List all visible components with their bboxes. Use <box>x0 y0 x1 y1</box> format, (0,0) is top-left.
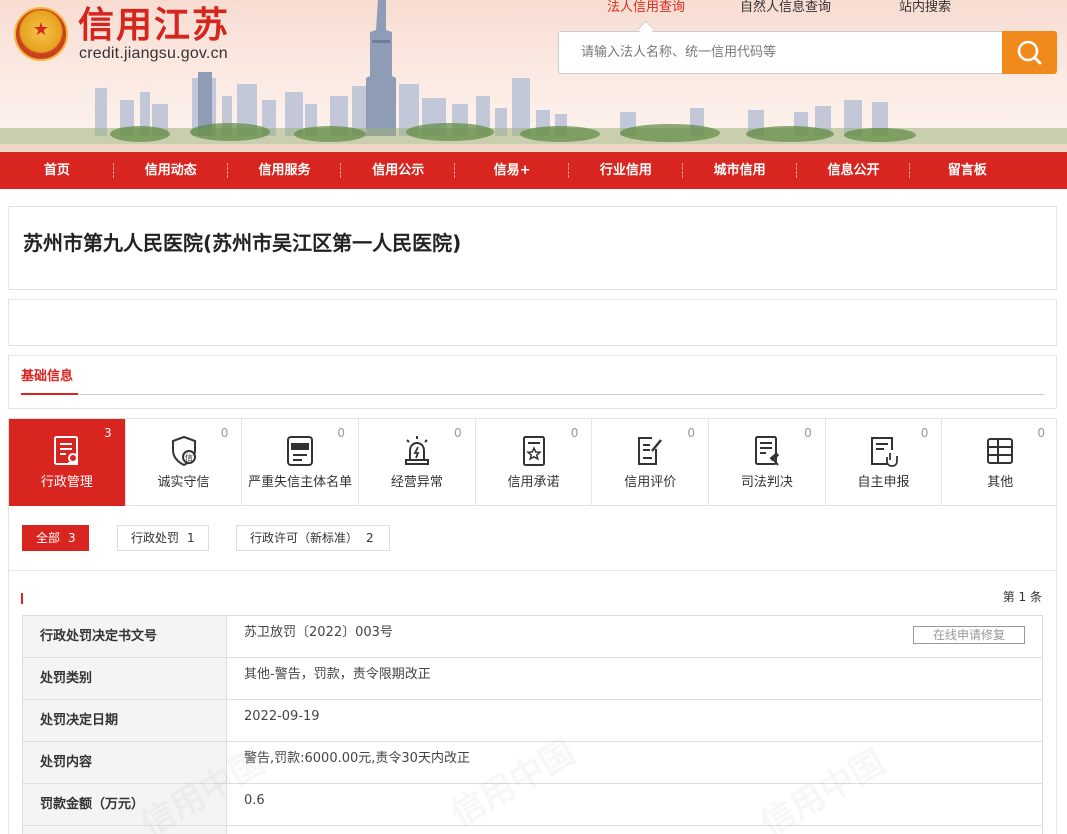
document-gavel-icon <box>754 436 779 466</box>
nav-xinyi-plus[interactable]: 信易+ <box>455 152 569 189</box>
tab-active-underline <box>21 393 78 395</box>
main-nav: 首页 信用动态 信用服务 信用公示 信易+ 行业信用 城市信用 信息公开 留言板 <box>0 152 1067 189</box>
filter-label: 行政许可（新标准） <box>250 531 359 545</box>
category-count: 0 <box>920 426 929 440</box>
table-row: 行政处罚决定书文号 苏卫放罚〔2022〕003号 在线申请修复 <box>23 616 1042 658</box>
entity-title-panel: 苏州市第九人民医院(苏州市吴江区第一人民医院) <box>8 206 1057 290</box>
row-key: 处罚类别 <box>23 658 227 699</box>
filter-count: 1 <box>187 531 195 545</box>
row-key-empty <box>23 826 227 834</box>
category-count: 0 <box>337 426 346 440</box>
table-row: 处罚决定日期 2022-09-19 <box>23 700 1042 742</box>
category-count: 0 <box>687 426 696 440</box>
category-credit-commitment[interactable]: 0 信用承诺 <box>476 419 593 506</box>
blank-panel <box>8 299 1057 346</box>
category-count: 0 <box>1037 426 1046 440</box>
site-title: 信用江苏 <box>78 5 231 46</box>
online-repair-button[interactable]: 在线申请修复 <box>913 626 1025 644</box>
category-count: 0 <box>220 426 229 440</box>
search-tab-natural-person[interactable]: 自然人信息查询 <box>740 0 831 16</box>
category-abnormal-operation[interactable]: 0 经营异常 <box>359 419 476 506</box>
nav-credit-publicity[interactable]: 信用公示 <box>341 152 455 189</box>
alarm-light-icon <box>404 436 429 465</box>
search-tab-site-search[interactable]: 站内搜索 <box>899 0 951 16</box>
dishonest-person-card-icon <box>287 436 314 466</box>
search-box <box>558 31 1004 74</box>
search-button[interactable] <box>1002 31 1057 74</box>
table-row: 处罚内容 警告,罚款:6000.00元,责令30天内改正 <box>23 742 1042 784</box>
nav-home[interactable]: 首页 <box>0 152 114 189</box>
nav-city-credit[interactable]: 城市信用 <box>683 152 797 189</box>
search-input[interactable] <box>559 32 1004 73</box>
search-icon <box>1017 40 1042 65</box>
document-star-icon <box>522 436 545 466</box>
section-marker <box>21 593 23 604</box>
row-key: 处罚内容 <box>23 742 227 783</box>
nav-industry-credit[interactable]: 行业信用 <box>569 152 683 189</box>
section-divider <box>9 570 1056 571</box>
site-header: ★ 信用江苏 credit.jiangsu.gov.cn 法人信用查询 自然人信… <box>0 0 1067 152</box>
nav-message-board[interactable]: 留言板 <box>910 152 1024 189</box>
grid-document-icon <box>987 438 1014 464</box>
nav-info-disclosure[interactable]: 信息公开 <box>797 152 911 189</box>
tab-divider <box>21 394 1044 395</box>
document-stamp-icon <box>53 436 78 465</box>
filter-count: 3 <box>68 531 76 545</box>
category-label: 其他 <box>987 475 1014 490</box>
shield-trust-icon: 信 <box>171 435 196 467</box>
row-value: 0.6 <box>244 793 265 808</box>
row-key: 行政处罚决定书文号 <box>23 616 227 657</box>
document-edit-icon <box>638 437 663 465</box>
nav-credit-services[interactable]: 信用服务 <box>228 152 342 189</box>
document-hand-icon <box>870 437 898 467</box>
category-label: 自主申报 <box>857 475 910 490</box>
category-count: 0 <box>454 426 462 440</box>
table-row: 罚款金额（万元） 0.6 <box>23 784 1042 826</box>
category-label: 诚实守信 <box>157 475 210 490</box>
row-value: 2022-09-19 <box>244 709 320 724</box>
credit-records-panel: 3 行政管理 信 0 诚实守信 0 严重失信主体名单 0 经营异常 0 信用承诺… <box>8 418 1057 834</box>
category-tabs: 3 行政管理 信 0 诚实守信 0 严重失信主体名单 0 经营异常 0 信用承诺… <box>9 419 1056 506</box>
search-tabs: 法人信用查询 自然人信息查询 站内搜索 <box>560 0 1000 18</box>
svg-text:信: 信 <box>185 453 193 463</box>
basic-info-panel: 基础信息 <box>8 355 1057 409</box>
search-tab-legal-person[interactable]: 法人信用查询 <box>607 0 685 16</box>
site-domain: credit.jiangsu.gov.cn <box>79 45 228 62</box>
row-value: 警告,罚款:6000.00元,责令30天内改正 <box>244 751 470 766</box>
record-table: 行政处罚决定书文号 苏卫放罚〔2022〕003号 在线申请修复 处罚类别 其他-… <box>22 615 1043 834</box>
category-label: 司法判决 <box>740 475 793 490</box>
category-count: 3 <box>104 426 112 440</box>
category-other[interactable]: 0 其他 <box>942 419 1056 506</box>
row-key: 处罚决定日期 <box>23 700 227 741</box>
row-value: 苏卫放罚〔2022〕003号 <box>244 625 393 640</box>
filter-label: 行政处罚 <box>131 531 180 545</box>
table-row: 处罚类别 其他-警告，罚款，责令限期改正 <box>23 658 1042 700</box>
category-label: 信用评价 <box>624 475 677 490</box>
category-integrity[interactable]: 信 0 诚实守信 <box>126 419 243 506</box>
category-count: 0 <box>804 426 812 440</box>
national-emblem-logo: ★ <box>14 7 68 61</box>
row-key: 罚款金额（万元） <box>23 784 227 825</box>
nav-credit-news[interactable]: 信用动态 <box>114 152 228 189</box>
filter-count: 2 <box>366 531 374 545</box>
category-serious-dishonesty[interactable]: 0 严重失信主体名单 <box>242 419 360 506</box>
category-count: 0 <box>570 426 579 440</box>
category-credit-evaluation[interactable]: 0 信用评价 <box>592 419 710 506</box>
category-judicial-decision[interactable]: 0 司法判决 <box>709 419 826 506</box>
category-administrative[interactable]: 3 行政管理 <box>9 419 126 506</box>
category-label: 经营异常 <box>390 475 443 490</box>
category-label: 严重失信主体名单 <box>248 475 353 490</box>
category-label: 信用承诺 <box>507 475 560 490</box>
tab-basic-info[interactable]: 基础信息 <box>21 368 73 386</box>
record-count: 第 1 条 <box>1002 590 1042 604</box>
filter-all[interactable]: 全部 3 <box>22 525 89 551</box>
row-value: 其他-警告，罚款，责令限期改正 <box>244 667 431 682</box>
filter-label: 全部 <box>36 531 61 545</box>
entity-name: 苏州市第九人民医院(苏州市吴江区第一人民医院) <box>23 231 462 255</box>
category-self-declaration[interactable]: 0 自主申报 <box>826 419 943 506</box>
category-label: 行政管理 <box>40 475 93 490</box>
filter-administrative-license[interactable]: 行政许可（新标准） 2 <box>236 525 390 551</box>
table-row <box>23 826 1042 834</box>
filter-administrative-penalty[interactable]: 行政处罚 1 <box>117 525 209 551</box>
